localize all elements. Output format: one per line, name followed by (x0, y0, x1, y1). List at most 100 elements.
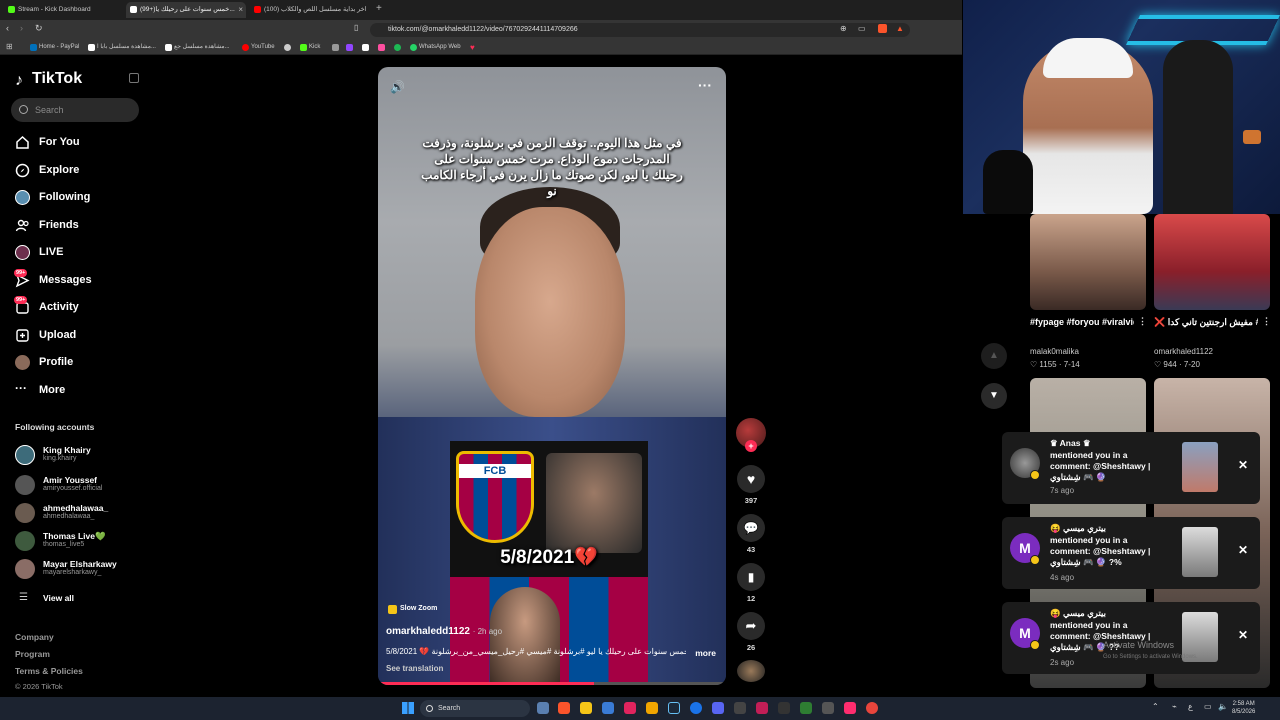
taskbar-clock[interactable]: 2:58 AM 8/5/2026 (1232, 700, 1255, 716)
video-options-icon[interactable]: ··· (698, 77, 712, 93)
reload-icon[interactable]: ↻ (35, 23, 43, 34)
taskbar-app-icon[interactable] (778, 702, 790, 714)
footer-terms-link[interactable]: Terms & Policies (15, 666, 83, 676)
nav-messages[interactable]: 99+ Messages (14, 269, 92, 290)
taskbar-app-icon[interactable] (537, 702, 549, 714)
bookmark-youtube[interactable]: YouTube (242, 42, 275, 53)
bookmark-paypal[interactable]: Home - PayPal (30, 42, 79, 53)
video-player[interactable]: في مثل هذا اليوم.. توقف الزمن في برشلونة… (378, 67, 726, 685)
forward-icon[interactable]: › (20, 23, 23, 33)
previous-video-button[interactable]: ▲ (981, 343, 1007, 369)
spotify-icon[interactable] (394, 44, 401, 51)
nav-profile[interactable]: Profile (15, 352, 73, 372)
like-button[interactable]: ♥ 397 (737, 465, 765, 505)
bookmark-kick[interactable]: Kick (300, 42, 320, 53)
taskbar-app-icon[interactable] (646, 702, 658, 714)
monitor-icon[interactable]: ▭ (1204, 702, 1212, 711)
share-button[interactable]: ➦ 26 (737, 612, 765, 652)
close-notification-icon[interactable]: ✕ (1238, 543, 1248, 557)
tab-youtube[interactable]: (100) اخر بداية مسلسل اللص والكلاب (250, 2, 370, 18)
brave-rewards-icon[interactable]: ▲ (896, 24, 904, 33)
extension-icon[interactable] (332, 44, 339, 51)
next-video-button[interactable]: ▼ (981, 383, 1007, 409)
discord-icon[interactable] (712, 702, 724, 714)
tiktok-bookmark-icon[interactable] (362, 44, 369, 51)
windows-start-icon[interactable] (402, 702, 414, 714)
edge-icon[interactable] (690, 702, 702, 714)
chrome-icon[interactable] (866, 702, 878, 714)
recommended-thumbnail[interactable] (1154, 214, 1270, 310)
nav-for-you[interactable]: For You (15, 132, 80, 152)
bookmark-series-2[interactable]: مشاهدة مسلسل جع... (165, 42, 230, 53)
nav-following[interactable]: Following (15, 187, 90, 207)
network-icon[interactable]: ⌁ (1172, 702, 1177, 711)
language-icon[interactable]: ع (1188, 702, 1193, 711)
video-progress-bar[interactable] (378, 682, 726, 685)
zoom-icon[interactable]: ⊕ (840, 24, 847, 33)
follow-plus-icon[interactable]: + (745, 440, 757, 452)
taskbar-app-icon[interactable] (734, 702, 746, 714)
volume-icon[interactable]: 🔊 (390, 80, 405, 94)
notification-title: 😝 بيتري ميسي (1050, 608, 1106, 618)
tiktok-taskbar-icon[interactable] (844, 702, 856, 714)
sound-disc-icon[interactable] (737, 660, 765, 682)
bookmark-heart-icon[interactable]: ♥ (470, 43, 475, 52)
footer-program-link[interactable]: Program (15, 649, 50, 659)
steam-icon[interactable] (668, 702, 680, 714)
new-tab-icon[interactable]: + (376, 3, 382, 14)
twitch-icon[interactable] (346, 44, 353, 51)
volume-tray-icon[interactable]: 🔈 (1218, 702, 1228, 711)
nav-live[interactable]: LIVE (15, 242, 63, 262)
cast-icon[interactable]: ▭ (858, 24, 866, 33)
app-icon[interactable] (378, 44, 385, 51)
comment-button[interactable]: 💬 43 (737, 514, 765, 554)
notification-toast[interactable]: ♛ Anas ♛ mentioned you in a comment: @Sh… (1002, 432, 1260, 504)
taskbar-app-icon[interactable] (624, 702, 636, 714)
taskbar-app-icon[interactable] (822, 702, 834, 714)
close-tab-icon[interactable]: × (238, 2, 243, 18)
save-button[interactable]: ▮ 12 (737, 563, 765, 603)
bookmark-icon[interactable]: ▯ (354, 23, 358, 32)
see-translation-link[interactable]: See translation (386, 664, 443, 673)
recommended-user[interactable]: malak0malika (1030, 347, 1079, 356)
brave-browser-icon[interactable] (558, 702, 570, 714)
caption-more-button[interactable]: more (695, 648, 716, 658)
globe-icon[interactable] (284, 44, 291, 51)
tray-chevron-icon[interactable]: ⌃ (1152, 702, 1159, 711)
tab-kick-dashboard[interactable]: Stream - Kick Dashboard (4, 2, 124, 18)
back-icon[interactable]: ‹ (6, 23, 9, 33)
taskbar-search[interactable]: Search (420, 700, 530, 717)
recommended-user[interactable]: omarkhaled1122 (1154, 347, 1213, 356)
recommended-title[interactable]: #fypage #foryou #viralvideo #viral... (1030, 316, 1134, 329)
taskbar-app-icon[interactable] (756, 702, 768, 714)
file-explorer-icon[interactable] (580, 702, 592, 714)
close-notification-icon[interactable]: ✕ (1238, 458, 1248, 472)
effect-tag[interactable]: Slow Zoom (388, 605, 437, 614)
close-notification-icon[interactable]: ✕ (1238, 628, 1248, 642)
footer-company-link[interactable]: Company (15, 632, 54, 642)
bookmark-series-1[interactable]: مشاهدة مسلسل بابا ا... (88, 42, 156, 53)
recommended-menu-icon[interactable]: ⋮ (1138, 316, 1147, 327)
collapse-sidebar-icon[interactable] (129, 73, 139, 83)
search-input[interactable]: Search (11, 98, 139, 122)
whatsapp-icon (410, 44, 417, 51)
brave-shield-icon[interactable] (878, 24, 887, 33)
video-author[interactable]: omarkhaledd1122 · 2h ago (386, 626, 502, 637)
nav-explore[interactable]: Explore (15, 160, 79, 180)
taskbar-app-icon[interactable] (800, 702, 812, 714)
recommended-menu-icon[interactable]: ⋮ (1262, 316, 1271, 327)
nav-more[interactable]: ··· More (15, 380, 65, 400)
notification-toast[interactable]: M 😝 بيتري ميسي mentioned you in a commen… (1002, 517, 1260, 589)
nav-activity[interactable]: 99+ Activity (14, 296, 79, 317)
notification-toast[interactable]: M 😝 بيتري ميسي mentioned you in a commen… (1002, 602, 1260, 674)
nav-upload[interactable]: Upload (15, 325, 76, 345)
tiktok-logo[interactable]: ♪ TikTok (15, 70, 82, 89)
tab-tiktok-video[interactable]: (99+)خمس سنوات على رحيلك يا... × (126, 2, 246, 18)
apps-grid-icon[interactable]: ⊞ (6, 42, 13, 51)
taskbar-app-icon[interactable] (602, 702, 614, 714)
bookmark-whatsapp[interactable]: WhatsApp Web (410, 42, 461, 53)
nav-friends[interactable]: Friends (15, 215, 79, 235)
url-field[interactable]: tiktok.com/@omarkhaledd1122/video/767029… (370, 23, 910, 37)
recommended-title[interactable]: ❌ مفيش ارجنتين تاني كدا #fifaworldcup... (1154, 316, 1258, 329)
recommended-thumbnail[interactable] (1030, 214, 1146, 310)
